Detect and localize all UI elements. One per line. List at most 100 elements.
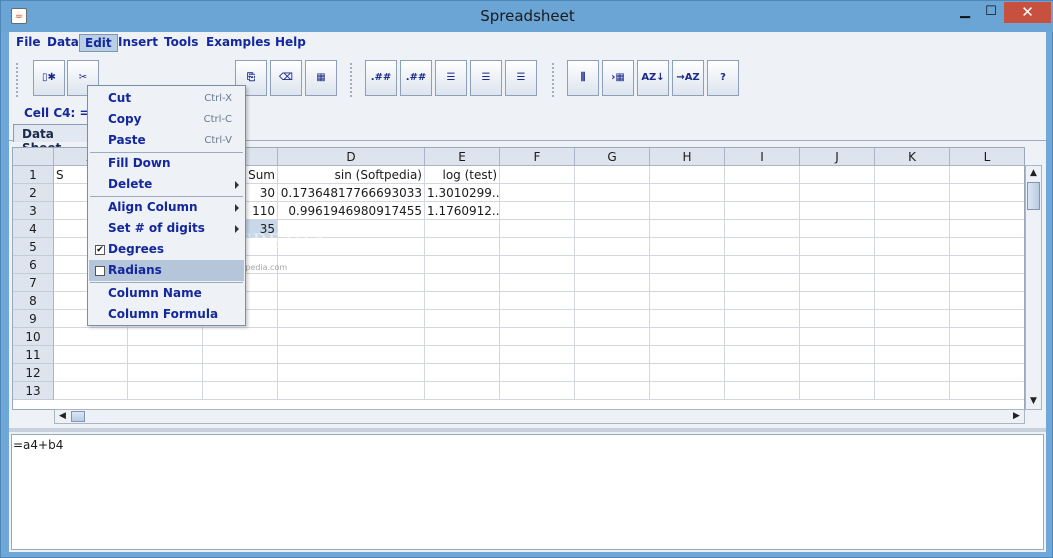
cell-g10[interactable] [575, 328, 650, 346]
column-header-j[interactable]: J [800, 148, 875, 166]
cell-e4[interactable] [425, 220, 500, 238]
cell-f4[interactable] [500, 220, 575, 238]
cell-f13[interactable] [500, 382, 575, 400]
cell-f8[interactable] [500, 292, 575, 310]
table-button[interactable]: ▦ [305, 60, 337, 96]
cell-d8[interactable] [278, 292, 425, 310]
cell-d1[interactable]: sin (Softpedia) [278, 166, 425, 184]
cell-h10[interactable] [650, 328, 725, 346]
cell-k10[interactable] [875, 328, 950, 346]
cell-i11[interactable] [725, 346, 800, 364]
checkbox-unchecked-icon[interactable] [95, 266, 105, 276]
cell-h11[interactable] [650, 346, 725, 364]
menu-item-align-column[interactable]: Align Column [89, 197, 244, 218]
row-header-11[interactable]: 11 [13, 346, 54, 364]
cell-g8[interactable] [575, 292, 650, 310]
cell-k2[interactable] [875, 184, 950, 202]
cell-l3[interactable] [950, 202, 1024, 220]
cell-e13[interactable] [425, 382, 500, 400]
cell-h4[interactable] [650, 220, 725, 238]
cell-d11[interactable] [278, 346, 425, 364]
cell-j9[interactable] [800, 310, 875, 328]
column-header-h[interactable]: H [650, 148, 725, 166]
cell-j3[interactable] [800, 202, 875, 220]
cell-h12[interactable] [650, 364, 725, 382]
cell-j2[interactable] [800, 184, 875, 202]
menu-item-column-name[interactable]: Column Name [89, 283, 244, 304]
cell-i3[interactable] [725, 202, 800, 220]
cell-f5[interactable] [500, 238, 575, 256]
cell-d9[interactable] [278, 310, 425, 328]
menu-item-set-digits[interactable]: Set # of digits [89, 218, 244, 239]
cell-h2[interactable] [650, 184, 725, 202]
row-header-6[interactable]: 6 [13, 256, 54, 274]
checkbox-checked-icon[interactable]: ✔ [95, 245, 105, 255]
row-header-8[interactable]: 8 [13, 292, 54, 310]
cell-d12[interactable] [278, 364, 425, 382]
row-header-5[interactable]: 5 [13, 238, 54, 256]
cell-j5[interactable] [800, 238, 875, 256]
cell-e10[interactable] [425, 328, 500, 346]
cell-k5[interactable] [875, 238, 950, 256]
cell-d3[interactable]: 0.9961946980917455 [278, 202, 425, 220]
toolbar-grip-3[interactable] [551, 62, 555, 98]
row-header-7[interactable]: 7 [13, 274, 54, 292]
cell-k3[interactable] [875, 202, 950, 220]
sort-descending-button[interactable]: →AZ [672, 60, 704, 96]
row-header-1[interactable]: 1 [13, 166, 54, 184]
toolbar-grip[interactable] [15, 62, 19, 98]
cell-b10[interactable] [128, 328, 203, 346]
row-header-9[interactable]: 9 [13, 310, 54, 328]
menu-tools[interactable]: Tools [159, 34, 203, 52]
cell-g9[interactable] [575, 310, 650, 328]
cell-j8[interactable] [800, 292, 875, 310]
menu-insert[interactable]: Insert [113, 34, 163, 52]
column-header-f[interactable]: F [500, 148, 575, 166]
menu-item-radians[interactable]: Radians [89, 260, 244, 281]
cell-g5[interactable] [575, 238, 650, 256]
cell-g2[interactable] [575, 184, 650, 202]
cell-g1[interactable] [575, 166, 650, 184]
help-button[interactable]: ? [707, 60, 739, 96]
column-header-l[interactable]: L [950, 148, 1024, 166]
cell-i4[interactable] [725, 220, 800, 238]
cell-f2[interactable] [500, 184, 575, 202]
column-header-i[interactable]: I [725, 148, 800, 166]
menu-file[interactable]: File [11, 34, 46, 52]
cell-h5[interactable] [650, 238, 725, 256]
cell-l11[interactable] [950, 346, 1024, 364]
horizontal-scroll-thumb[interactable] [71, 411, 85, 422]
cell-e11[interactable] [425, 346, 500, 364]
cell-l1[interactable] [950, 166, 1024, 184]
maximize-button[interactable]: ☐ [978, 2, 1004, 23]
cell-b11[interactable] [128, 346, 203, 364]
cell-d10[interactable] [278, 328, 425, 346]
cell-j4[interactable] [800, 220, 875, 238]
cell-k12[interactable] [875, 364, 950, 382]
vertical-scrollbar[interactable]: ▲ ▼ [1025, 165, 1042, 410]
cell-j11[interactable] [800, 346, 875, 364]
cell-k1[interactable] [875, 166, 950, 184]
row-header-13[interactable]: 13 [13, 382, 54, 400]
cell-k13[interactable] [875, 382, 950, 400]
cell-f9[interactable] [500, 310, 575, 328]
cell-e5[interactable] [425, 238, 500, 256]
column-header-e[interactable]: E [425, 148, 500, 166]
cell-i12[interactable] [725, 364, 800, 382]
cell-h9[interactable] [650, 310, 725, 328]
decrease-decimals-button[interactable]: .## [365, 60, 397, 96]
cell-e3[interactable]: 1.1760912... [425, 202, 500, 220]
increase-decimals-button[interactable]: .## [400, 60, 432, 96]
cell-j7[interactable] [800, 274, 875, 292]
cell-k8[interactable] [875, 292, 950, 310]
cell-i7[interactable] [725, 274, 800, 292]
cell-l6[interactable] [950, 256, 1024, 274]
row-header-3[interactable]: 3 [13, 202, 54, 220]
cell-e8[interactable] [425, 292, 500, 310]
sort-ascending-button[interactable]: AZ↓ [637, 60, 669, 96]
cell-l9[interactable] [950, 310, 1024, 328]
cell-a10[interactable] [54, 328, 128, 346]
cell-j10[interactable] [800, 328, 875, 346]
grid-corner[interactable] [13, 148, 54, 166]
column-header-k[interactable]: K [875, 148, 950, 166]
